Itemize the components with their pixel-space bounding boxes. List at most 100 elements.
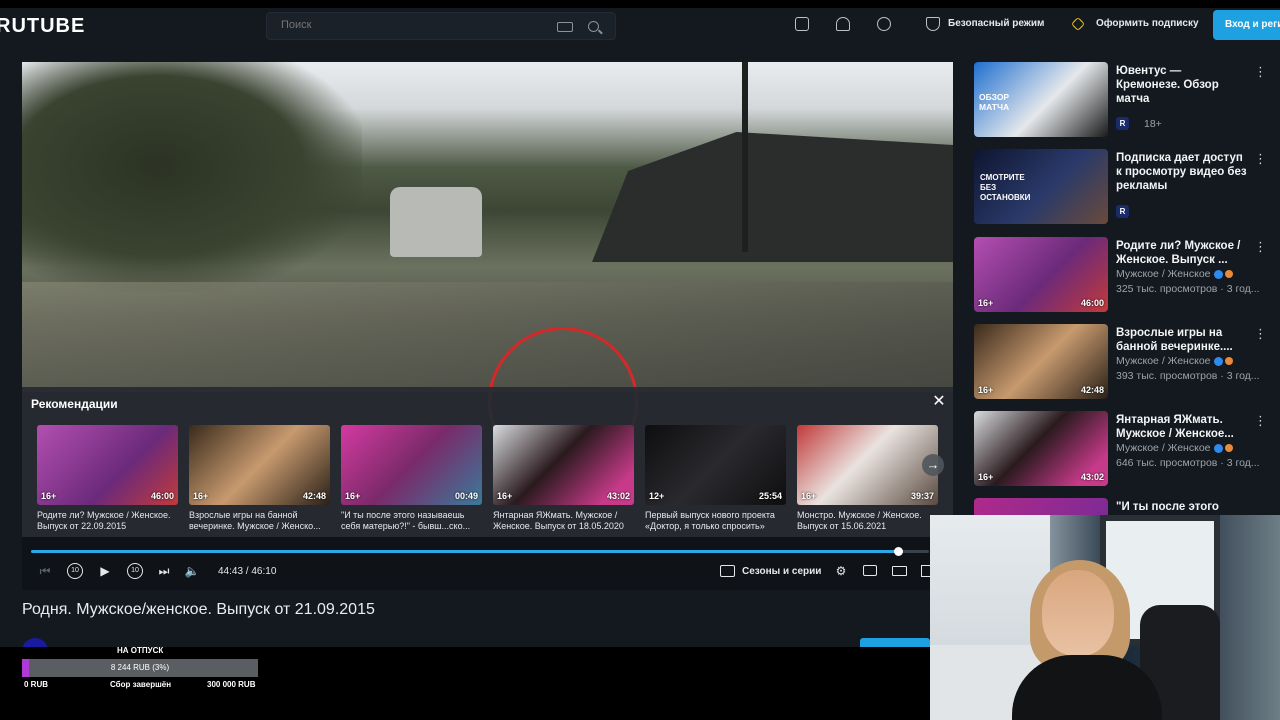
sidebar-video-title[interactable]: Янтарная ЯЖмать. Мужское / Женское... [1116,413,1248,441]
recommendation-card[interactable]: 16+ 46:00 Родите ли? Мужское / Женское. … [37,425,178,532]
donation-max: 300 000 RUB [207,680,256,689]
recommendation-card[interactable]: 16+ 43:02 Янтарная ЯЖмать. Мужское / Жен… [493,425,634,532]
sidebar-channel[interactable]: Мужское / Женское [1116,268,1233,280]
more-options-icon[interactable]: ⋮ [1254,413,1267,429]
recommendation-thumbnail[interactable]: 16+ 42:48 [189,425,330,505]
seasons-icon[interactable] [720,565,735,577]
recommendation-card[interactable]: 16+ 00:49 "И ты после этого называешь се… [341,425,482,532]
video-title: Родня. Мужское/женское. Выпуск от 21.09.… [22,601,375,618]
previous-icon[interactable]: ⏮ [37,563,53,579]
verified-icon [1213,356,1223,366]
video-scene-trees [22,62,362,292]
sidebar-thumbnail[interactable] [974,498,1108,515]
duration-badge: 43:02 [606,491,630,501]
webcam-person-face [1042,570,1114,656]
progress-bar[interactable] [31,547,929,556]
login-button[interactable]: Вход и регистрация [1213,10,1280,40]
video-player[interactable]: Рекомендации ✕ 16+ 46:00 Родите ли? Мужс… [22,62,953,590]
sidebar-video-title[interactable]: "И ты после этого [1116,500,1248,514]
duration-badge: 46:00 [1080,298,1104,308]
channel-name[interactable]: Мужское / Женское [1116,442,1211,454]
recommendation-caption[interactable]: Монстро. Мужское / Женское. Выпуск от 15… [797,510,938,532]
sidebar-video-card[interactable]: 16+ 46:00 Родите ли? Мужское / Женское. … [974,237,1274,317]
recommendation-caption[interactable]: Первый выпуск нового проекта «Доктор, я … [645,510,786,532]
sidebar-meta: 18+ [1144,118,1162,130]
sidebar-meta: 325 тыс. просмотров · 3 год... [1116,283,1260,295]
recommendation-thumbnail[interactable]: 16+ 46:00 [37,425,178,505]
recommendation-card[interactable]: 16+ 42:48 Взрослые игры на банной вечери… [189,425,330,532]
sidebar-thumbnail[interactable]: ОБЗОР МАТЧА [974,62,1108,137]
duration-badge: 39:37 [910,491,934,501]
search-icon[interactable] [588,21,599,32]
webcam-overlay [930,515,1280,720]
shield-icon [926,17,940,31]
channel-name[interactable]: Мужское / Женское [1116,268,1211,280]
age-badge: 16+ [41,491,57,501]
sidebar-video-title[interactable]: Родите ли? Мужское / Женское. Выпуск ... [1116,239,1248,267]
settings-icon[interactable] [877,17,891,31]
age-badge: 16+ [978,385,994,395]
recommendation-caption[interactable]: Родите ли? Мужское / Женское. Выпуск от … [37,510,178,532]
recommendation-card[interactable]: 12+ 25:54 Первый выпуск нового проекта «… [645,425,786,532]
time-display: 44:43 / 46:10 [218,566,277,577]
safe-mode-toggle[interactable]: Безопасный режим [948,18,1044,29]
recommendation-card[interactable]: 16+ 39:37 Монстро. Мужское / Женское. Вы… [797,425,938,532]
duration-badge: 25:54 [758,491,782,501]
sidebar-video-card[interactable]: СМОТРИТЕ БЕЗ ОСТАНОВКИ Подписка дает дос… [974,149,1274,229]
forward-icon[interactable]: 10 [127,563,143,579]
more-options-icon[interactable]: ⋮ [1254,151,1267,167]
recommendation-thumbnail[interactable]: 16+ 39:37 [797,425,938,505]
video-frame[interactable] [22,62,953,477]
rewind-icon[interactable]: 10 [67,563,83,579]
seasons-button[interactable]: Сезоны и серии [742,566,821,577]
play-icon[interactable]: ▶ [97,563,113,579]
more-options-icon[interactable]: ⋮ [1254,326,1267,342]
video-scene-car [390,187,482,257]
video-scene-pole [742,62,748,252]
sidebar-channel[interactable]: Мужское / Женское [1116,442,1233,454]
more-options-icon[interactable]: ⋮ [1254,64,1267,80]
sidebar-video-card[interactable]: ОБЗОР МАТЧА Ювентус — Кремонезе. Обзор м… [974,62,1274,142]
rutube-badge-icon: R [1116,205,1129,218]
thumbnail-label: ОБЗОР МАТЧА [979,92,1010,112]
rutube-logo[interactable]: RUTUBE [0,15,85,38]
sidebar-channel[interactable]: Мужское / Женское [1116,355,1233,367]
search-input[interactable] [281,19,541,31]
channel-name[interactable]: Мужское / Женское [1116,355,1211,367]
next-icon[interactable]: ⏭ [156,563,172,579]
recommendations-title: Рекомендации [31,397,118,411]
sidebar-video-card[interactable]: "И ты после этого [974,498,1274,515]
quality-settings-icon[interactable]: ⚙ [833,563,849,579]
keyboard-icon[interactable] [557,22,573,32]
subscribe-link[interactable]: Оформить подписку [1096,18,1199,29]
search-box[interactable] [266,12,616,40]
progress-knob[interactable] [894,547,904,556]
next-arrow-icon[interactable]: → [922,454,944,476]
volume-icon[interactable]: 🔈 [184,563,200,579]
sidebar-video-title[interactable]: Подписка дает доступ к просмотру видео б… [1116,151,1248,193]
rutube-badge-icon: R [1116,117,1129,130]
bell-icon[interactable] [836,17,850,31]
recommendation-thumbnail[interactable]: 12+ 25:54 [645,425,786,505]
sidebar-thumbnail[interactable]: 16+ 46:00 [974,237,1108,312]
sidebar-thumbnail[interactable]: 16+ 43:02 [974,411,1108,486]
close-icon[interactable]: ✕ [931,394,947,410]
sidebar-video-title[interactable]: Взрослые игры на банной вечеринке.... [1116,326,1248,354]
theater-mode-icon[interactable] [892,566,907,576]
sidebar-video-card[interactable]: 16+ 43:02 Янтарная ЯЖмать. Мужское / Жен… [974,411,1274,491]
recommendation-caption[interactable]: "И ты после этого называешь себя матерью… [341,510,482,532]
sidebar-video-title[interactable]: Ювентус — Кремонезе. Обзор матча [1116,64,1248,106]
recommendation-thumbnail[interactable]: 16+ 00:49 [341,425,482,505]
recommendation-caption[interactable]: Взрослые игры на банной вечеринке. Мужск… [189,510,330,532]
recommendations-panel: Рекомендации ✕ 16+ 46:00 Родите ли? Мужс… [22,387,953,537]
pip-icon[interactable] [863,565,877,576]
duration-badge: 42:48 [1080,385,1104,395]
recommendation-caption[interactable]: Янтарная ЯЖмать. Мужское / Женское. Выпу… [493,510,634,532]
recommendation-thumbnail[interactable]: 16+ 43:02 [493,425,634,505]
more-options-icon[interactable]: ⋮ [1254,239,1267,255]
age-badge: 16+ [193,491,209,501]
sidebar-video-card[interactable]: 16+ 42:48 Взрослые игры на банной вечери… [974,324,1274,404]
upload-icon[interactable] [795,17,809,31]
sidebar-thumbnail[interactable]: 16+ 42:48 [974,324,1108,399]
sidebar-thumbnail[interactable]: СМОТРИТЕ БЕЗ ОСТАНОВКИ [974,149,1108,224]
